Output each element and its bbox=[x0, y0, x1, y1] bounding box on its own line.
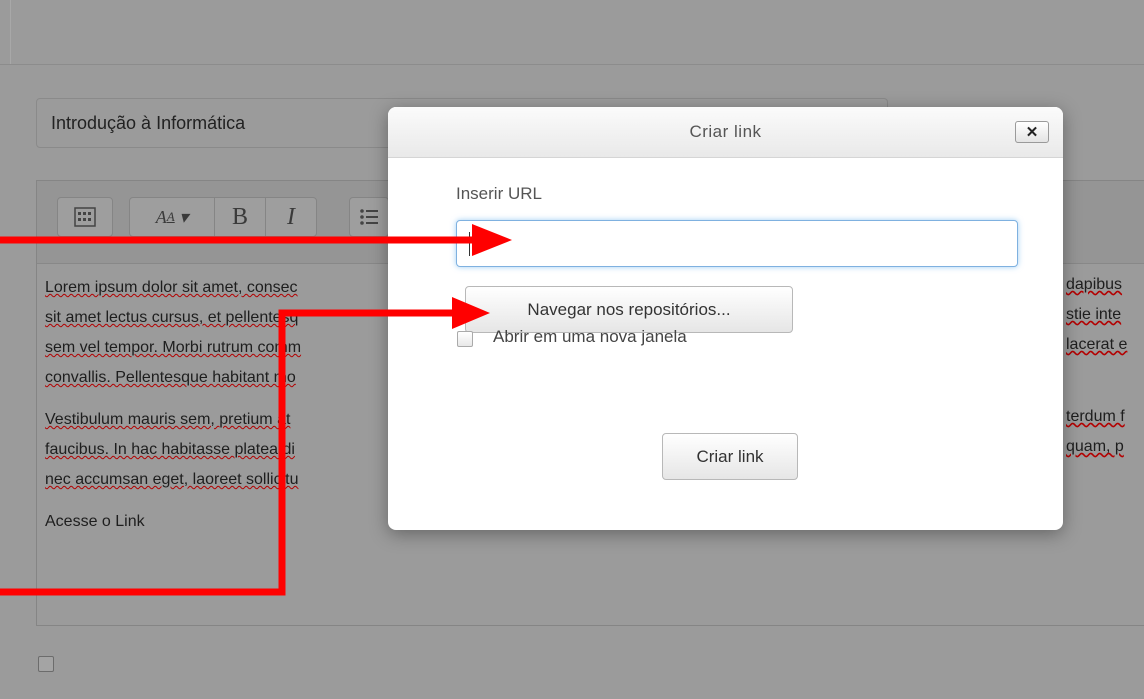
text-line: convallis. Pellentesque habitant mo bbox=[45, 369, 296, 386]
dialog-header: Criar link ✕ bbox=[388, 107, 1063, 158]
toolbar-group-1 bbox=[57, 197, 113, 237]
page-header-bar bbox=[0, 0, 1144, 65]
create-link-button[interactable]: Criar link bbox=[662, 433, 798, 480]
text-fragment: terdum f bbox=[1066, 408, 1125, 425]
text-fragment: quam, p bbox=[1066, 438, 1124, 455]
text-line: sem vel tempor. Morbi rutrum comm bbox=[45, 339, 302, 356]
text-line: nec accumsan eget, laoreet sollicitu bbox=[45, 471, 299, 488]
text-fragment: stie inte bbox=[1066, 306, 1122, 323]
text-line: sit amet lectus cursus, et pellentesq bbox=[45, 309, 299, 326]
browse-repositories-button[interactable]: Navegar nos repositórios... bbox=[465, 286, 793, 333]
bullet-list-icon[interactable] bbox=[350, 198, 388, 236]
keyboard-icon bbox=[74, 207, 96, 227]
close-icon: ✕ bbox=[1025, 124, 1039, 141]
list-icon bbox=[360, 209, 378, 225]
toolbar-group-3 bbox=[349, 197, 389, 237]
dialog-title: Criar link bbox=[689, 122, 762, 141]
close-button[interactable]: ✕ bbox=[1015, 121, 1049, 143]
font-style-dropdown-icon[interactable]: AA ▾ bbox=[130, 198, 214, 236]
text-line: Vestibulum mauris sem, pretium at bbox=[45, 411, 291, 428]
text-line: faucibus. In hac habitasse platea di bbox=[45, 441, 295, 458]
create-link-dialog: Criar link ✕ Inserir URL Navegar nos rep… bbox=[388, 107, 1063, 530]
new-window-label[interactable]: Abrir em uma nova janela bbox=[493, 327, 687, 347]
text-caret bbox=[469, 232, 470, 256]
header-edge-line bbox=[10, 0, 11, 64]
italic-icon[interactable]: I bbox=[266, 198, 316, 236]
bold-icon[interactable]: B bbox=[215, 198, 265, 236]
url-label: Inserir URL bbox=[456, 184, 542, 203]
bottom-checkbox[interactable] bbox=[38, 656, 54, 672]
url-input[interactable] bbox=[456, 220, 1018, 267]
toolbar-toggle-icon[interactable] bbox=[58, 198, 112, 236]
text-fragment: lacerat e bbox=[1066, 336, 1128, 353]
new-window-checkbox[interactable] bbox=[457, 331, 473, 347]
selected-link-text[interactable]: Acesse o Link bbox=[45, 513, 145, 530]
text-line: Lorem ipsum dolor sit amet, consec bbox=[45, 279, 298, 296]
text-fragment: dapibus bbox=[1066, 276, 1123, 293]
toolbar-group-2: AA ▾ B I bbox=[129, 197, 317, 237]
right-text-fragments: dapibus stie inte lacerat e terdum f qua… bbox=[1066, 270, 1127, 462]
